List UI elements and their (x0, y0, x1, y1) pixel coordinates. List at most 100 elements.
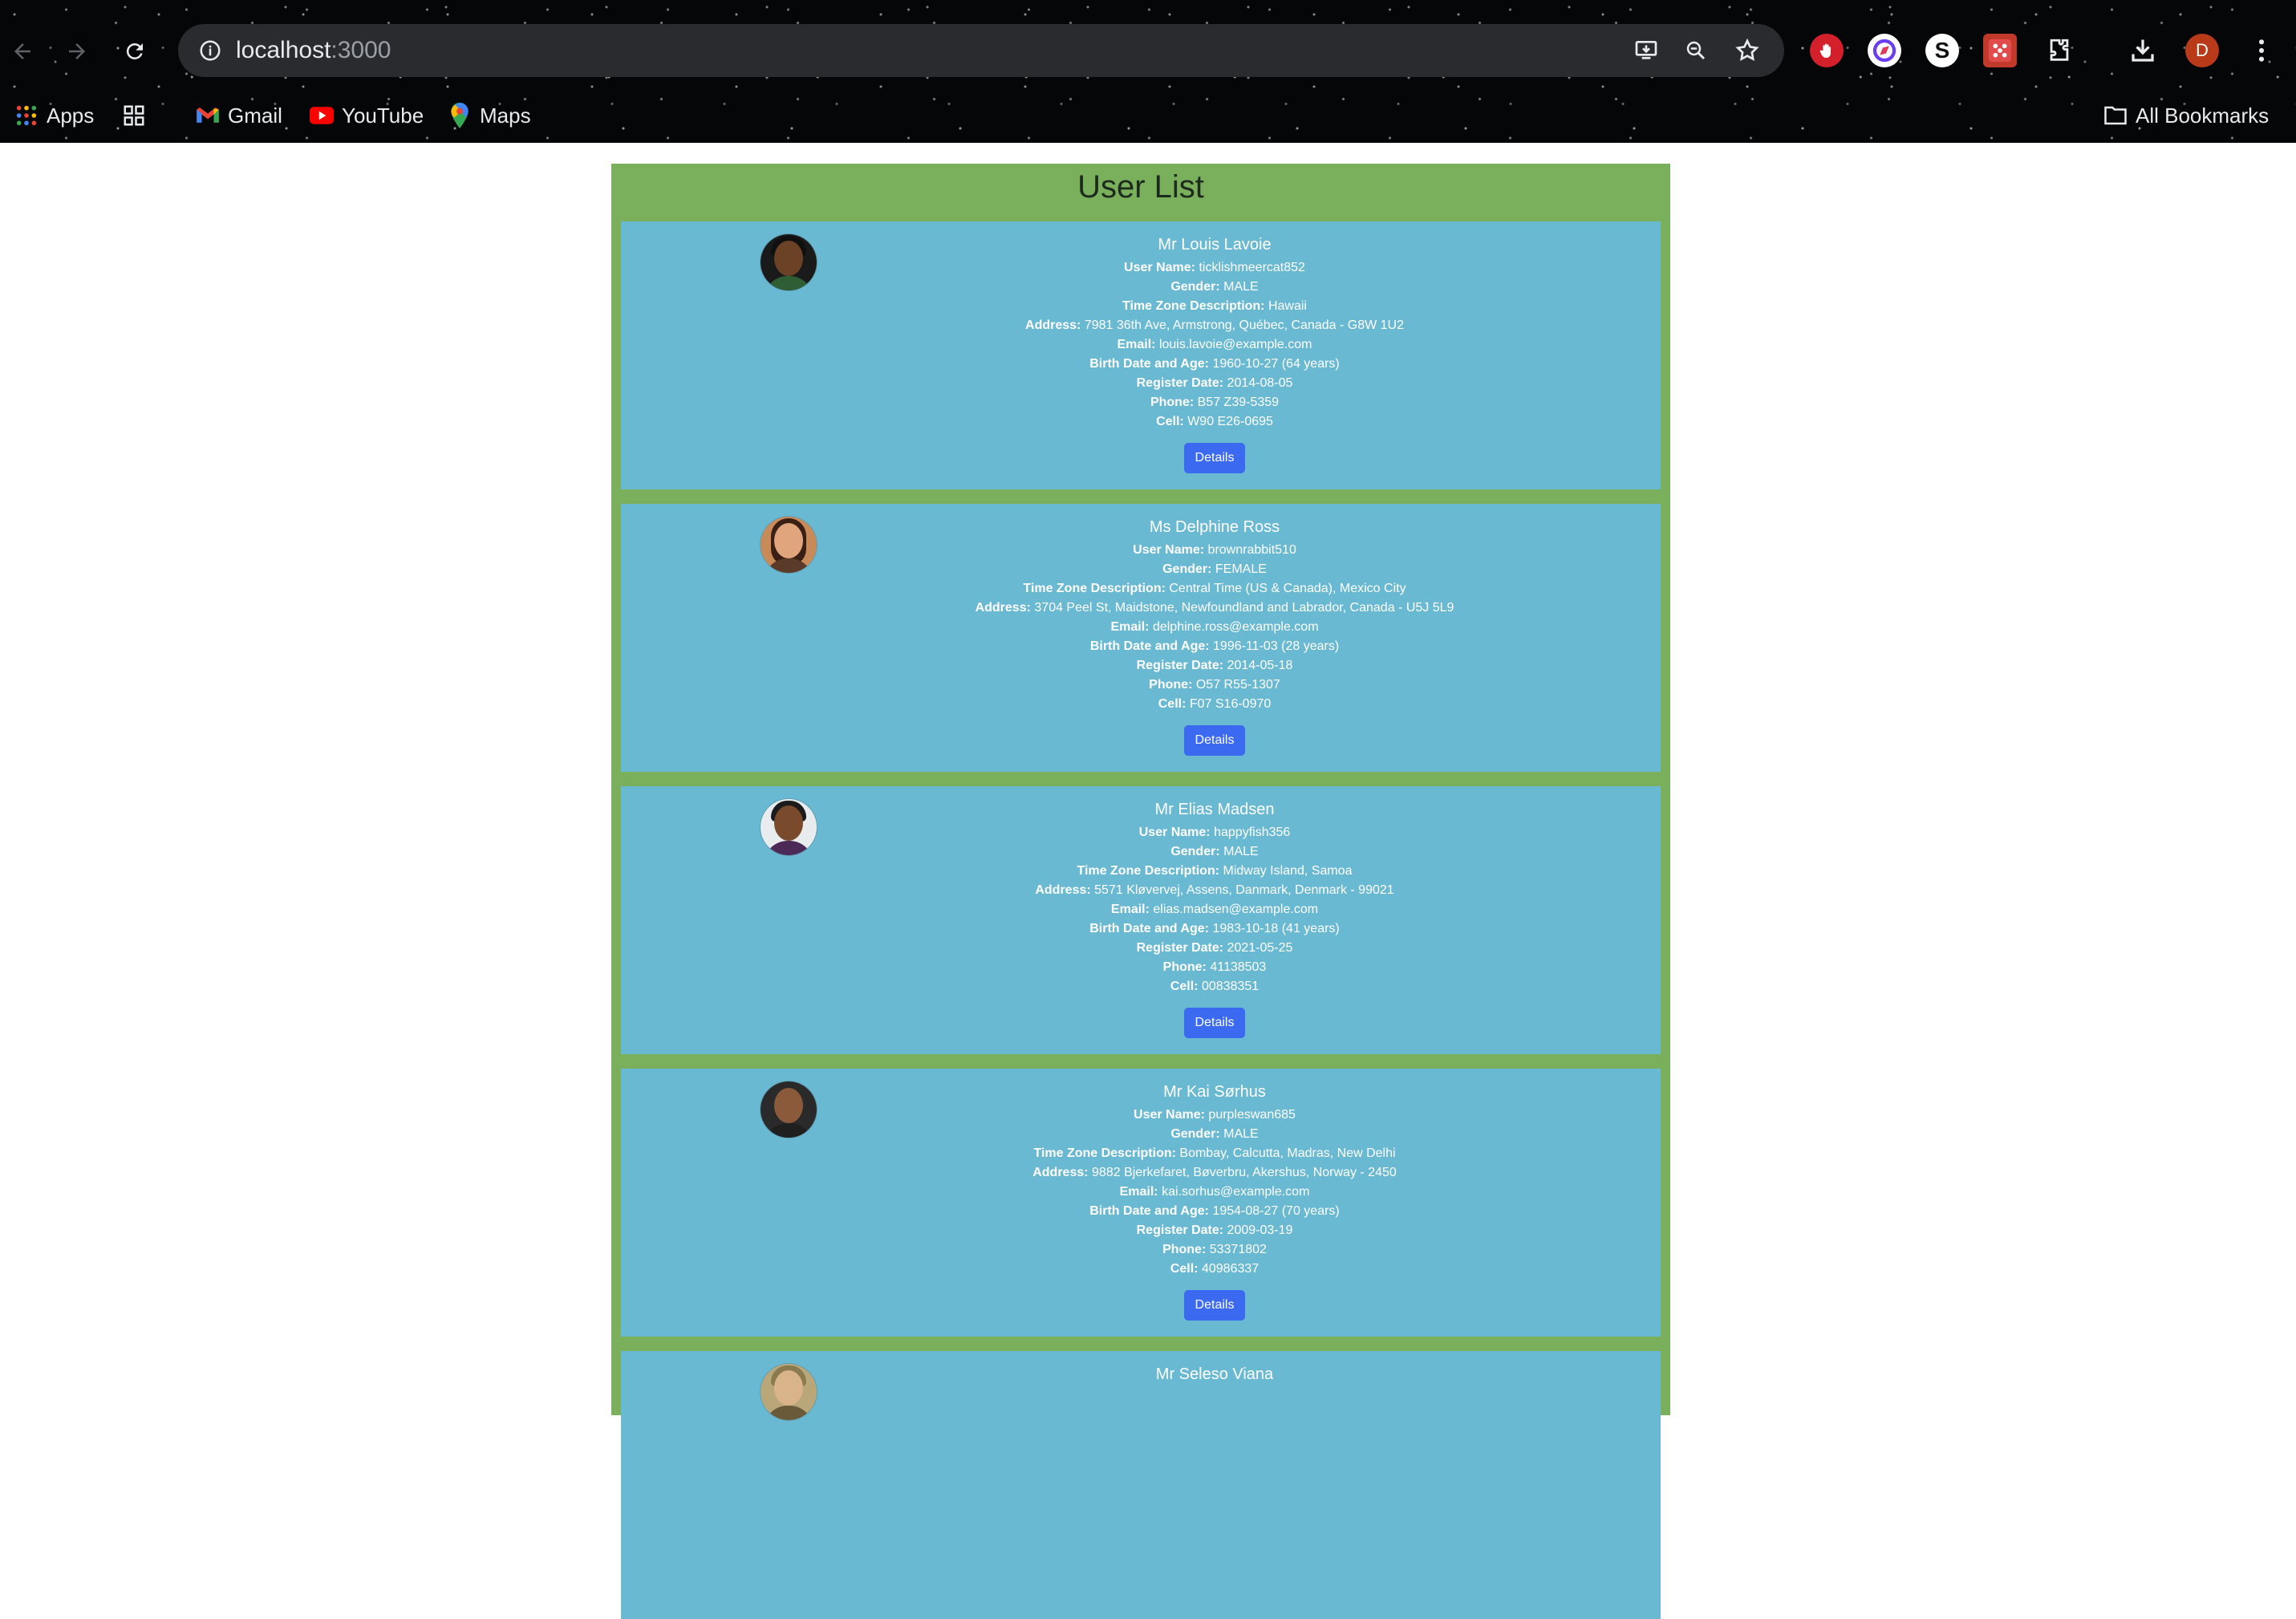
bookmark-maps[interactable]: Maps (448, 98, 531, 133)
timezone-value: Hawaii (1268, 299, 1307, 313)
phone-label: Phone: (1149, 678, 1193, 692)
email-label: Email: (1119, 1185, 1158, 1199)
timezone-row: Time Zone Description: Bombay, Calcutta,… (813, 1144, 1616, 1163)
cell-value: W90 E26-0695 (1187, 415, 1273, 428)
cell-row: Cell: 40986337 (813, 1260, 1616, 1279)
gender-row: Gender: MALE (813, 1125, 1616, 1144)
extension-s-icon[interactable]: S (1925, 34, 1959, 67)
address-row: Address: 5571 Kløvervej, Assens, Danmark… (813, 881, 1616, 900)
user-name: Mr Louis Lavoie (1158, 236, 1272, 254)
user-info: Mr Louis Lavoie User Name: ticklishmeerc… (813, 233, 1616, 473)
user-card: Mr Elias Madsen User Name: happyfish356 … (621, 786, 1661, 1054)
reload-icon (126, 43, 143, 59)
bookmark-star-icon[interactable] (1731, 34, 1763, 67)
profile-avatar[interactable]: D (2185, 34, 2219, 67)
back-button[interactable] (3, 32, 42, 71)
user-name: Mr Kai Sørhus (1163, 1083, 1266, 1101)
register-value: 2014-08-05 (1227, 376, 1293, 390)
timezone-value: Bombay, Calcutta, Madras, New Delhi (1179, 1146, 1396, 1160)
browser-menu-icon[interactable] (2245, 34, 2278, 67)
phone-row: Phone: B57 Z39-5359 (813, 393, 1616, 412)
user-name: Ms Delphine Ross (1149, 518, 1280, 536)
birth-row: Birth Date and Age: 1996-11-03 (28 years… (813, 637, 1616, 656)
register-row: Register Date: 2014-08-05 (813, 374, 1616, 393)
username-row: User Name: happyfish356 (813, 823, 1616, 842)
details-button[interactable]: Details (1184, 443, 1245, 473)
timezone-row: Time Zone Description: Midway Island, Sa… (813, 862, 1616, 881)
cell-value: F07 S16-0970 (1189, 697, 1272, 711)
forward-arrow-icon (69, 43, 85, 59)
register-label: Register Date: (1136, 1223, 1224, 1237)
apps-grid-icon (14, 103, 39, 128)
downloads-icon[interactable] (2126, 34, 2160, 67)
phone-value: 41138503 (1210, 960, 1267, 974)
all-bookmarks-label: All Bookmarks (2136, 103, 2270, 128)
address-label: Address: (975, 601, 1031, 615)
gender-label: Gender: (1170, 845, 1220, 858)
cell-row: Cell: 00838351 (813, 977, 1616, 996)
cell-value: 40986337 (1201, 1262, 1260, 1276)
bookmark-tab-groups[interactable] (122, 98, 146, 133)
register-label: Register Date: (1136, 376, 1224, 390)
maps-pin-icon (448, 103, 472, 128)
username-row: User Name: purpleswan685 (813, 1106, 1616, 1125)
timezone-label: Time Zone Description: (1077, 864, 1220, 878)
user-list-container: User List Mr Louis Lavoie User Name: tic… (611, 164, 1670, 1619)
email-value: kai.sorhus@example.com (1162, 1185, 1310, 1199)
extension-dots-icon[interactable] (1983, 34, 2017, 67)
bookmark-gmail[interactable]: Gmail (196, 98, 282, 133)
timezone-value: Midway Island, Samoa (1223, 864, 1353, 878)
timezone-label: Time Zone Description: (1033, 1146, 1176, 1160)
site-info-icon[interactable] (194, 34, 226, 67)
bookmark-apps[interactable]: Apps (14, 98, 94, 133)
username-label: User Name: (1134, 1108, 1205, 1122)
user-info: Mr Seleso Viana (813, 1362, 1616, 1388)
all-bookmarks[interactable]: All Bookmarks (2103, 98, 2269, 133)
forward-button[interactable] (58, 32, 96, 71)
details-button[interactable]: Details (1184, 1008, 1245, 1038)
extension-compass-icon[interactable] (1868, 34, 1901, 67)
reload-button[interactable] (116, 32, 154, 71)
extension-hand-icon[interactable] (1810, 34, 1844, 67)
gender-value: MALE (1223, 1127, 1259, 1141)
youtube-icon (310, 103, 334, 128)
cell-value: 00838351 (1201, 980, 1260, 993)
bookmark-maps-label: Maps (480, 103, 531, 128)
bookmarks-bar: Apps Gmail YouTube Maps All Bookmarks (0, 95, 2296, 136)
extensions-puzzle-icon[interactable] (2042, 34, 2076, 67)
folder-icon (2103, 103, 2128, 128)
phone-value: O57 R55-1307 (1195, 678, 1280, 692)
zoom-icon[interactable] (1680, 34, 1712, 67)
address-bar[interactable]: localhost:3000 (178, 24, 1784, 77)
url-port: :3000 (331, 37, 391, 63)
email-label: Email: (1110, 620, 1150, 634)
cell-row: Cell: W90 E26-0695 (813, 412, 1616, 432)
cell-label: Cell: (1170, 980, 1199, 993)
install-app-icon[interactable] (1630, 34, 1662, 67)
user-card: Ms Delphine Ross User Name: brownrabbit5… (621, 504, 1661, 772)
phone-row: Phone: O57 R55-1307 (813, 676, 1616, 695)
username-row: User Name: brownrabbit510 (813, 541, 1616, 560)
birth-label: Birth Date and Age: (1089, 922, 1209, 935)
email-label: Email: (1117, 338, 1156, 351)
details-button[interactable]: Details (1184, 725, 1245, 756)
back-arrow-icon (14, 43, 30, 59)
address-value: 5571 Kløvervej, Assens, Danmark, Denmark… (1094, 883, 1394, 897)
avatar (761, 799, 817, 855)
birth-row: Birth Date and Age: 1954-08-27 (70 years… (813, 1202, 1616, 1221)
details-button[interactable]: Details (1184, 1290, 1245, 1321)
register-row: Register Date: 2009-03-19 (813, 1221, 1616, 1240)
gender-row: Gender: MALE (813, 842, 1616, 862)
username-value: happyfish356 (1214, 826, 1291, 839)
birth-label: Birth Date and Age: (1089, 1204, 1209, 1218)
address-value: 7981 36th Ave, Armstrong, Québec, Canada… (1084, 319, 1404, 332)
username-value: brownrabbit510 (1207, 543, 1296, 557)
address-label: Address: (1035, 883, 1091, 897)
address-value: 9882 Bjerkefaret, Bøverbru, Akershus, No… (1092, 1166, 1397, 1179)
timezone-row: Time Zone Description: Hawaii (813, 297, 1616, 316)
timezone-row: Time Zone Description: Central Time (US … (813, 579, 1616, 599)
cell-row: Cell: F07 S16-0970 (813, 695, 1616, 714)
birth-value: 1983-10-18 (41 years) (1212, 922, 1340, 935)
bookmark-youtube[interactable]: YouTube (310, 98, 424, 133)
timezone-label: Time Zone Description: (1122, 299, 1265, 313)
